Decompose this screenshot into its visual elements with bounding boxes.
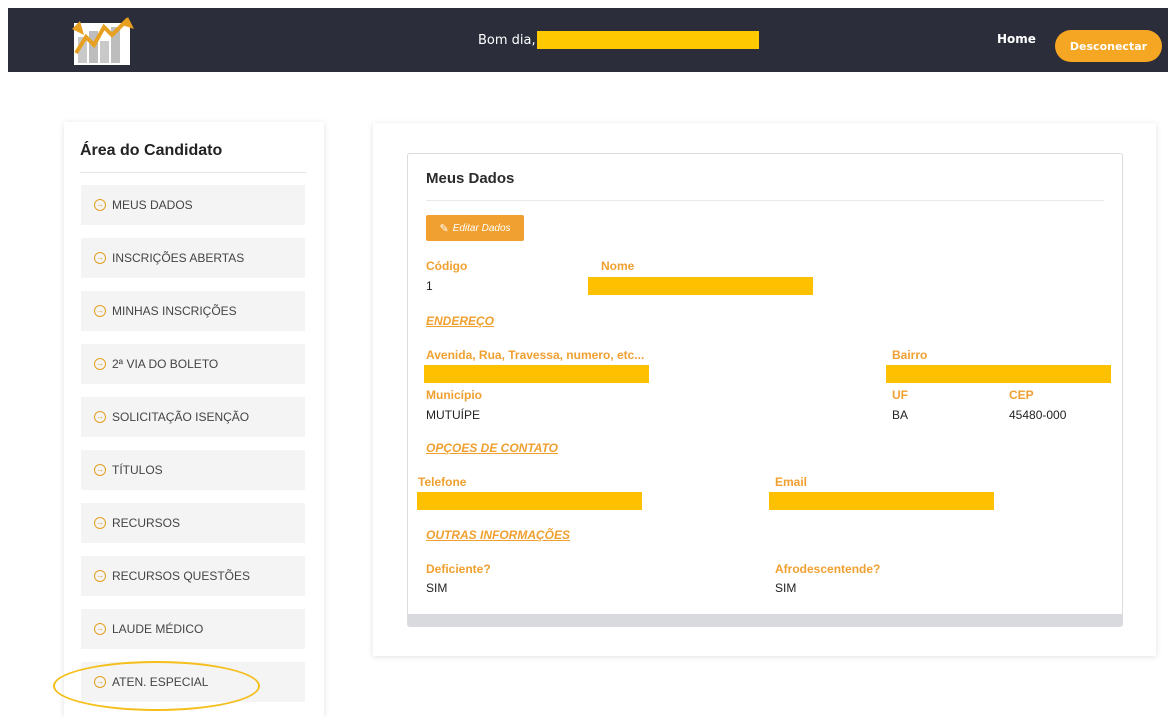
- redacted-bairro-value: [886, 365, 1111, 383]
- redacted-email-value: [769, 492, 994, 510]
- edit-data-label: Editar Dados: [452, 222, 511, 234]
- panel-title: Meus Dados: [426, 170, 515, 187]
- municipio-value: MUTUÍPE: [426, 408, 480, 422]
- greeting-text: Bom dia,: [478, 32, 536, 48]
- codigo-label: Código: [426, 259, 468, 273]
- deficiente-label: Deficiente?: [426, 562, 491, 576]
- contato-section-title: OPÇOES DE CONTATO: [426, 441, 559, 455]
- meus-dados-panel: Meus Dados ✎ Editar Dados Código 1 Nome …: [407, 153, 1123, 627]
- endereco-section-title: ENDEREÇO: [426, 314, 495, 328]
- codigo-value: 1: [426, 279, 433, 293]
- pencil-icon: ✎: [439, 222, 449, 235]
- sidebar-title: Área do Candidato: [80, 142, 223, 159]
- cep-value: 45480-000: [1009, 408, 1067, 422]
- sidebar-divider: [80, 172, 306, 173]
- edit-data-button[interactable]: ✎ Editar Dados: [426, 215, 524, 241]
- sidebar-item-laude-medico[interactable]: → LAUDE MÉDICO: [81, 609, 305, 649]
- arrow-right-circle-icon: →: [94, 464, 106, 476]
- arrow-right-circle-icon: →: [94, 517, 106, 529]
- sidebar-item-label: SOLICITAÇÃO ISENÇÃO: [112, 410, 250, 424]
- sidebar-item-label: INSCRIÇÕES ABERTAS: [112, 251, 245, 265]
- top-navbar: Bom dia, Home Desconectar: [8, 8, 1168, 72]
- bairro-label: Bairro: [892, 348, 928, 362]
- sidebar-item-label: TÍTULOS: [112, 463, 163, 477]
- redacted-telefone-value: [417, 492, 642, 510]
- highlight-ellipse: [53, 661, 260, 711]
- main-content: Meus Dados ✎ Editar Dados Código 1 Nome …: [373, 123, 1156, 656]
- sidebar-item-recursos[interactable]: → RECURSOS: [81, 503, 305, 543]
- sidebar: Área do Candidato → MEUS DADOS → INSCRIÇ…: [64, 122, 324, 717]
- cep-label: CEP: [1009, 388, 1034, 402]
- rua-label: Avenida, Rua, Travessa, numero, etc...: [426, 348, 645, 362]
- nome-label: Nome: [601, 259, 635, 273]
- redacted-rua-value: [424, 365, 649, 383]
- arrow-right-circle-icon: →: [94, 411, 106, 423]
- afrodescendente-label: Afrodescentende?: [775, 562, 881, 576]
- sidebar-item-label: RECURSOS: [112, 516, 181, 530]
- sidebar-item-label: MINHAS INSCRIÇÕES: [112, 304, 237, 318]
- redacted-user-name: [536, 31, 759, 49]
- logo-icon[interactable]: [68, 15, 136, 67]
- sidebar-item-label: LAUDE MÉDICO: [112, 622, 204, 636]
- outras-informacoes-section-title: OUTRAS INFORMAÇÕES: [426, 528, 570, 542]
- logout-button[interactable]: Desconectar: [1055, 30, 1162, 62]
- panel-divider: [426, 200, 1104, 201]
- sidebar-item-recursos-questoes[interactable]: → RECURSOS QUESTÕES: [81, 556, 305, 596]
- sidebar-item-titulos[interactable]: → TÍTULOS: [81, 450, 305, 490]
- uf-label: UF: [892, 388, 908, 402]
- sidebar-item-minhas-inscricoes[interactable]: → MINHAS INSCRIÇÕES: [81, 291, 305, 331]
- arrow-right-circle-icon: →: [94, 570, 106, 582]
- telefone-label: Telefone: [418, 475, 467, 489]
- sidebar-item-segunda-via-boleto[interactable]: → 2ª VIA DO BOLETO: [81, 344, 305, 384]
- deficiente-value: SIM: [426, 581, 448, 595]
- municipio-label: Município: [426, 388, 482, 402]
- sidebar-item-label: RECURSOS QUESTÕES: [112, 569, 251, 583]
- sidebar-item-inscricoes-abertas[interactable]: → INSCRIÇÕES ABERTAS: [81, 238, 305, 278]
- email-label: Email: [775, 475, 808, 489]
- afrodescendente-value: SIM: [775, 581, 797, 595]
- arrow-right-circle-icon: →: [94, 252, 106, 264]
- arrow-right-circle-icon: →: [94, 199, 106, 211]
- home-link[interactable]: Home: [997, 32, 1036, 46]
- sidebar-item-label: 2ª VIA DO BOLETO: [112, 357, 219, 371]
- arrow-right-circle-icon: →: [94, 358, 106, 370]
- sidebar-item-meus-dados[interactable]: → MEUS DADOS: [81, 185, 305, 225]
- uf-value: BA: [892, 408, 909, 422]
- arrow-right-circle-icon: →: [94, 305, 106, 317]
- sidebar-item-solicitacao-isencao[interactable]: → SOLICITAÇÃO ISENÇÃO: [81, 397, 305, 437]
- panel-footer: [408, 614, 1122, 626]
- sidebar-item-label: MEUS DADOS: [112, 198, 193, 212]
- arrow-right-circle-icon: →: [94, 623, 106, 635]
- redacted-nome-value: [588, 277, 813, 295]
- greeting: Bom dia,: [478, 31, 759, 49]
